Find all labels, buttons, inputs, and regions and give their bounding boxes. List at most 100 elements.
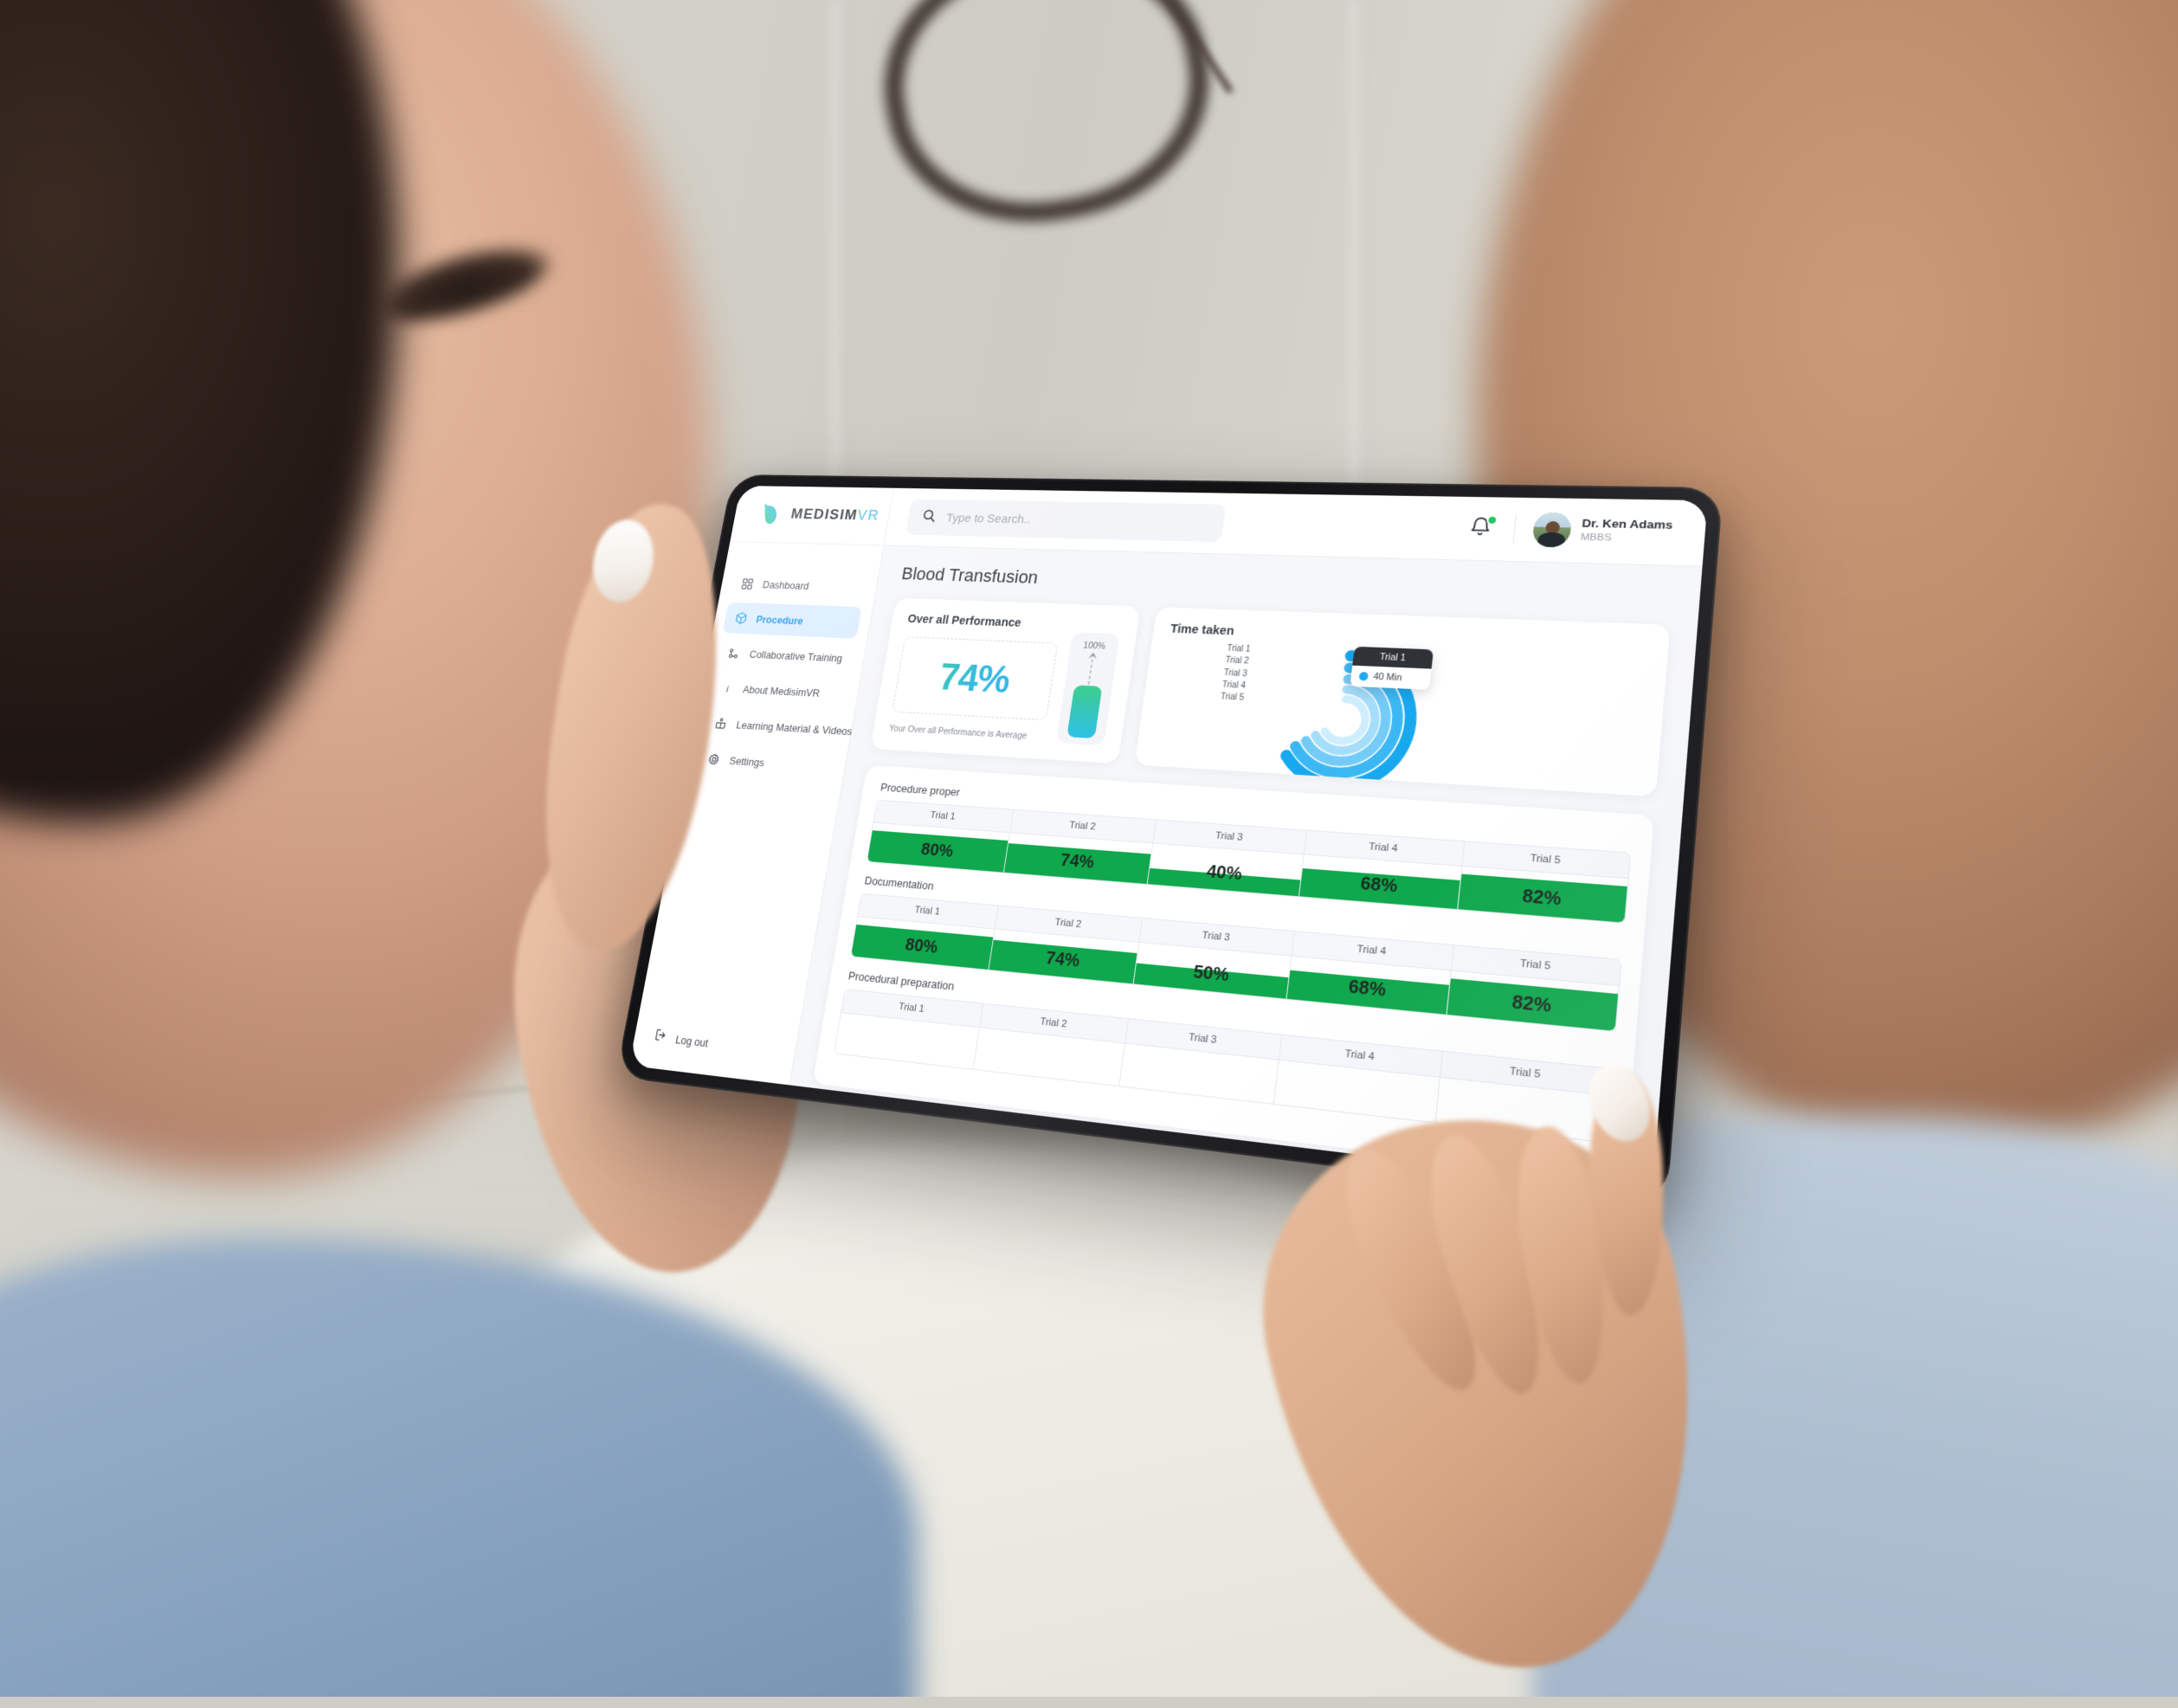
gauge-max-label: 100% [1082,641,1106,652]
overall-performance-card: Over all Performance 74% Your Over all P… [870,597,1141,764]
trial-column: Trial 3 [1119,1019,1282,1104]
trial-column: Trial 4 68% [1298,830,1466,910]
up-arrow-icon [1083,651,1099,686]
trial-value: 74% [1044,948,1081,971]
trial-value: 80% [904,935,939,957]
grid-icon [739,577,756,591]
legend-item: Trial 3 [1222,667,1248,679]
trial-header: Trial 2 [980,1003,1129,1044]
trial-column: Trial 5 82% [1458,841,1631,923]
section-label-procedural-preparation: Procedural preparation [847,969,956,993]
sidebar-item-label: Settings [728,754,766,769]
sidebar-item-label: Dashboard [761,578,810,592]
trial-cell: 68% [1298,854,1462,910]
avatar [1531,512,1573,548]
sidebar-item-label: Collaborative Training [748,648,844,664]
tablet-device: MEDISIMVR Type to Search.. Dr. Ken Adams… [615,467,1724,1208]
trial-column: Trial 3 50% [1134,918,1295,999]
trial-table-procedural-preparation: Trial 1 Trial 2 Trial 3 Trial 4 Trial 5 [833,989,1613,1144]
top-bar-right: Dr. Ken Adams MBBS [1467,512,1706,551]
search-icon [921,508,938,526]
trial-value: 82% [1521,886,1563,910]
info-icon: i [719,680,736,696]
radial-arcs [1249,635,1439,796]
overall-performance-value-box: 74% [892,636,1059,721]
trial-bar-fill [989,939,1137,984]
radial-tooltip: Trial 1 40 Min [1350,646,1434,690]
trial-header: Trial 4 [1279,1034,1442,1078]
notification-button[interactable] [1467,514,1499,541]
tablet-bezel: MEDISIMVR Type to Search.. Dr. Ken Adams… [615,474,1724,1208]
time-taken-radial-chart: Trial 1 Trial 2 Trial 3 Trial 4 Trial 5 [1155,637,1648,771]
trial-value: 40% [1205,861,1244,885]
user-role: MBBS [1580,532,1613,544]
svg-text:i: i [725,683,731,694]
trial-bar-fill [1286,970,1449,1015]
sidebar-item-procedure[interactable]: Procedure [722,602,862,639]
brand-logo[interactable]: MEDISIMVR [730,486,894,545]
overall-performance-value: 74% [936,654,1014,701]
app-body: Dashboard Procedure Collaborative Traini… [628,541,1703,1191]
trial-column: Trial 1 80% [851,893,999,970]
trial-value: 74% [1059,850,1096,873]
trial-cell: 82% [1458,867,1628,923]
medisimvr-app: MEDISIMVR Type to Search.. Dr. Ken Adams… [628,486,1708,1191]
trial-header: Trial 5 [1462,841,1631,880]
trial-cell: 74% [1004,833,1153,885]
trial-bar-fill [1148,867,1300,897]
trial-column: Trial 4 [1273,1034,1443,1123]
trial-cell: 68% [1286,956,1451,1015]
trial-header: Trial 5 [1440,1051,1612,1097]
trial-value: 80% [919,840,955,861]
sidebar-item-settings[interactable]: Settings [695,742,836,783]
trial-value: 68% [1347,976,1388,1002]
cube-icon [732,610,749,626]
trial-column: Trial 1 [834,989,984,1069]
search-box[interactable] [905,499,1227,543]
tooltip-value: 40 Min [1372,671,1402,684]
trial-bar-fill [1134,963,1289,999]
sidebar-item-about-medisimvr[interactable]: i About MedisimVR [709,672,849,711]
gauge-fill [1066,685,1103,738]
legend-item: Trial 5 [1220,692,1245,703]
trial-bar-fill [1298,867,1460,910]
search-input[interactable] [944,510,1210,531]
trial-header: Trial 4 [1304,830,1465,867]
divider [1512,514,1518,545]
tooltip-title: Trial 1 [1352,646,1434,669]
legend-item: Trial 4 [1221,680,1247,691]
tablet-screen: MEDISIMVR Type to Search.. Dr. Ken Adams… [628,486,1708,1191]
trial-cell: 40% [1148,843,1304,897]
sidebar-item-label: Learning Material & Videos [735,718,854,738]
trial-cell [973,1028,1125,1086]
trial-header: Trial 3 [1153,820,1306,855]
user-meta: Dr. Ken Adams MBBS [1580,517,1673,546]
bell-icon [1468,515,1494,538]
sidebar-item-learning-material-videos[interactable]: Learning Material & Videos [702,706,854,746]
tooltip-color-dot [1358,672,1369,681]
trial-cell [1273,1060,1440,1123]
trial-column: Trial 5 82% [1447,945,1621,1031]
trial-header: Trial 5 [1451,945,1621,987]
sidebar-item-label: About MedisimVR [742,682,822,699]
sidebar-item-dashboard[interactable]: Dashboard [729,568,868,603]
user-profile[interactable]: Dr. Ken Adams MBBS [1531,512,1673,550]
logout-button[interactable]: Log out [634,1025,796,1062]
trial-cell [834,1013,980,1069]
trial-header: Trial 3 [1139,918,1294,957]
trial-header: Trial 3 [1125,1019,1281,1060]
brand-wordmark: MEDISIMVR [789,506,881,525]
trial-column: Trial 3 40% [1148,820,1307,897]
medisim-leaf-logo-icon [756,501,785,527]
performance-gauge: 100% [1055,632,1120,746]
trial-cell [1119,1043,1279,1104]
radial-legend: Trial 1 Trial 2 Trial 3 Trial 4 Trial 5 [1220,643,1251,704]
overall-performance-caption: Your Over all Performance is Average [888,723,1028,742]
logout-label: Log out [674,1032,710,1049]
user-name: Dr. Ken Adams [1581,517,1673,532]
sidebar-item-collaborative-training[interactable]: Collaborative Training [716,637,856,674]
logout-icon [653,1028,669,1047]
trial-column: Trial 2 74% [1004,809,1157,885]
trial-bar-fill [1458,873,1627,923]
trial-value: 68% [1359,873,1399,897]
